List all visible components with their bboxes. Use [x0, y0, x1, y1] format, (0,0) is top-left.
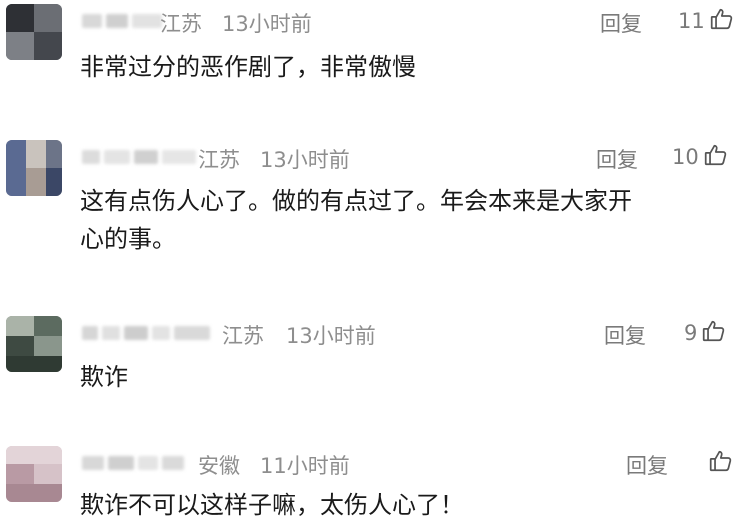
comment-item: 安徽 11小时前 回复 欺诈不可以这样子嘛，太伤人心了！ [0, 440, 743, 530]
comment-region: 江苏 [160, 12, 202, 36]
username-blurred[interactable] [82, 452, 184, 474]
like-count: 11 [678, 9, 705, 33]
like-button[interactable]: 9 [684, 318, 727, 348]
thumbs-up-icon [703, 142, 729, 172]
comment-text: 欺诈 [80, 363, 128, 391]
comment-region: 江苏 [198, 148, 240, 172]
reply-button[interactable]: 回复 [600, 8, 642, 38]
reply-button[interactable]: 回复 [626, 450, 668, 480]
avatar[interactable] [6, 4, 62, 60]
comment-item: 江苏 13小时前 回复 9 欺诈 [0, 310, 743, 420]
username-blurred[interactable] [82, 322, 210, 344]
comment-time: 13小时前 [260, 148, 350, 172]
comment-text: 欺诈不可以这样子嘛，太伤人心了！ [80, 491, 464, 519]
comment-text: 这有点伤人心了。做的有点过了。年会本来是大家开 心的事。 [80, 187, 632, 253]
thumbs-up-icon [701, 318, 727, 348]
comment-time: 13小时前 [222, 12, 312, 36]
comment-item: 江苏 13小时前 回复 10 这有点伤人心了。做的有点过了。年会本来是大家开 心… [0, 134, 743, 284]
username-blurred[interactable] [82, 10, 162, 32]
like-count: 10 [672, 145, 699, 169]
like-button[interactable]: 10 [672, 142, 729, 172]
comment-region: 江苏 [222, 324, 264, 348]
like-button[interactable] [704, 448, 734, 478]
like-button[interactable]: 11 [678, 6, 735, 36]
comment-region: 安徽 [198, 454, 240, 478]
reply-button[interactable]: 回复 [596, 144, 638, 174]
comment-time: 11小时前 [260, 454, 350, 478]
thumbs-up-icon [708, 448, 734, 478]
thumbs-up-icon [709, 6, 735, 36]
avatar[interactable] [6, 316, 62, 372]
like-count: 9 [684, 321, 698, 345]
username-blurred[interactable] [82, 146, 196, 168]
comment-item: 江苏 13小时前 回复 11 非常过分的恶作剧了，非常傲慢 [0, 0, 743, 110]
avatar[interactable] [6, 140, 62, 196]
reply-button[interactable]: 回复 [604, 320, 646, 350]
comment-time: 13小时前 [286, 324, 376, 348]
comment-text: 非常过分的恶作剧了，非常傲慢 [80, 53, 416, 81]
avatar[interactable] [6, 446, 62, 502]
